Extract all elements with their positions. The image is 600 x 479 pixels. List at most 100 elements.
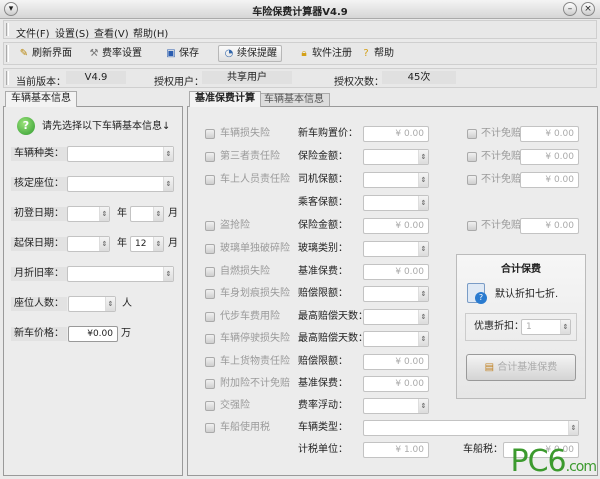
amount-select[interactable]: ⇕ [363, 398, 429, 414]
tools-icon: ⚒ [89, 47, 99, 59]
deductible-waiver-checkbox[interactable] [467, 129, 477, 139]
hint-text: 请先选择以下车辆基本信息↓ [42, 121, 171, 132]
amount-select[interactable]: ⇕ [363, 172, 429, 188]
insurance-checkbox[interactable] [205, 267, 215, 277]
menu-settings[interactable]: 设置(S) [55, 25, 89, 40]
insurance-name: 车辆停驶损失险 [220, 333, 290, 344]
amount-select[interactable]: ⇕ [363, 309, 429, 325]
insurance-checkbox[interactable] [205, 357, 215, 367]
calculate-total-button[interactable]: ▤ 合计基准保费 [466, 354, 576, 381]
deductible-waiver-input[interactable]: ¥ 0.00 [520, 218, 579, 234]
user-label: 授权用户： [154, 77, 204, 88]
lock-icon: 🔒︎ [301, 47, 307, 59]
amount-input[interactable]: ¥ 0.00 [363, 218, 429, 234]
amount-input[interactable]: ¥ 0.00 [363, 264, 429, 280]
vehicle-category-select[interactable]: ⇕ [363, 420, 579, 436]
discount-stepper[interactable]: 1 ⇕ [521, 319, 571, 335]
insurance-checkbox[interactable] [205, 129, 215, 139]
amount-input[interactable]: ¥ 0.00 [363, 376, 429, 392]
field-label: 最高赔偿天数： [298, 333, 368, 344]
amount-input[interactable]: ¥ 0.00 [363, 126, 429, 142]
insurance-name: 车船使用税 [220, 422, 270, 433]
insurance-checkbox[interactable] [205, 289, 215, 299]
seats-select[interactable]: ⇕ [67, 176, 174, 192]
amount-select[interactable]: ⇕ [363, 331, 429, 347]
deductible-waiver-checkbox[interactable] [467, 152, 477, 162]
depreciation-label: 月折旧率： [11, 267, 67, 281]
insurance-checkbox[interactable] [205, 152, 215, 162]
title-bar: ▾ 车险保费计算器V4.9 – × [0, 0, 600, 19]
count-value: 45次 [382, 71, 456, 84]
menu-file[interactable]: 文件(F) [16, 25, 50, 40]
field-label: 新车购置价： [298, 128, 358, 139]
help-button[interactable]: ? 帮助 [356, 45, 398, 62]
deductible-waiver-input[interactable]: ¥ 0.00 [520, 172, 579, 188]
field-label: 保险金额： [298, 151, 348, 162]
vehicle-type-select[interactable]: ⇕ [67, 146, 174, 162]
insurance-checkbox[interactable] [205, 334, 215, 344]
insurance-name: 车上货物责任险 [220, 356, 290, 367]
renewal-reminder-button[interactable]: ◔ 续保提醒 [218, 45, 282, 62]
tab-vehicle-info-left[interactable]: 车辆基本信息 [5, 91, 77, 107]
broom-icon: ✎ [19, 47, 29, 59]
insurance-checkbox[interactable] [205, 244, 215, 254]
vehicle-info-panel: ? 请先选择以下车辆基本信息↓ 车辆种类： ⇕ 核定座位： ⇕ 初登日期： ⇕ … [3, 106, 183, 476]
reg-year-select[interactable]: ⇕ [67, 206, 110, 222]
seats-label: 核定座位： [11, 177, 67, 191]
deductible-waiver-checkbox[interactable] [467, 175, 477, 185]
field-label: 基准保费： [298, 378, 348, 389]
new-car-price-input[interactable]: ¥0.00 [68, 326, 118, 342]
field-label: 计税单位： [298, 444, 348, 455]
tab-vehicle-info[interactable]: 车辆基本信息 [258, 93, 330, 106]
user-value: 共享用户 [202, 71, 292, 84]
insurance-name: 附加险不计免赔 [220, 378, 290, 389]
register-button[interactable]: 🔒︎ 软件注册 [294, 45, 356, 62]
calculator-icon: ▤ [484, 362, 495, 373]
count-label: 授权次数： [334, 77, 384, 88]
amount-select[interactable]: ⇕ [363, 149, 429, 165]
passengers-stepper[interactable]: ⇕ [68, 296, 116, 312]
menu-bar: 文件(F) 设置(S) 查看(V) 帮助(H) [3, 20, 597, 40]
deductible-waiver-checkbox[interactable] [467, 221, 477, 231]
year-unit: 年 [117, 238, 127, 249]
deductible-waiver-input[interactable]: ¥ 0.00 [520, 149, 579, 165]
amount-input[interactable]: ¥ 1.00 [363, 442, 429, 458]
total-title: 合计保费 [501, 264, 541, 275]
tab-base-premium[interactable]: 基准保费计算 [189, 91, 261, 107]
deductible-waiver-input[interactable]: ¥ 0.00 [520, 126, 579, 142]
menu-help[interactable]: 帮助(H) [133, 25, 168, 40]
minimize-button[interactable]: – [563, 2, 577, 16]
insurance-checkbox[interactable] [205, 175, 215, 185]
field-label: 最高赔偿天数： [298, 311, 368, 322]
field-label: 基准保费： [298, 266, 348, 277]
menu-view[interactable]: 查看(V) [94, 25, 129, 40]
passengers-label: 座位人数： [11, 297, 67, 311]
insurance-name: 自燃损失险 [220, 266, 270, 277]
close-button[interactable]: × [581, 2, 595, 16]
insurance-checkbox[interactable] [205, 423, 215, 433]
deductible-waiver-label: 不计免赔 [481, 151, 521, 162]
amount-select[interactable]: ⇕ [363, 195, 429, 211]
insurance-checkbox[interactable] [205, 379, 215, 389]
rate-settings-button[interactable]: ⚒ 费率设置 [84, 45, 146, 62]
insurance-name: 车身划痕损失险 [220, 288, 290, 299]
reg-month-select[interactable]: ⇕ [130, 206, 164, 222]
deductible-waiver-label: 不计免赔 [481, 174, 521, 185]
refresh-button[interactable]: ✎ 刷新界面 [14, 45, 76, 62]
start-date-label: 起保日期： [11, 237, 67, 251]
insurance-checkbox[interactable] [205, 312, 215, 322]
insurance-checkbox[interactable] [205, 401, 215, 411]
start-month-select[interactable]: 12 ⇕ [130, 236, 164, 252]
toolbar: ✎ 刷新界面 ⚒ 费率设置 ▣ 保存 ◔ 续保提醒 🔒︎ 软件注册 ? 帮助 [3, 42, 597, 65]
amount-select[interactable]: ⇕ [363, 241, 429, 257]
insurance-name: 第三者责任险 [220, 151, 280, 162]
insurance-name: 车上人员责任险 [220, 174, 290, 185]
save-button[interactable]: ▣ 保存 [161, 45, 203, 62]
clock-icon: ◔ [224, 47, 234, 59]
depreciation-select[interactable]: ⇕ [67, 266, 174, 282]
start-year-select[interactable]: ⇕ [67, 236, 110, 252]
insurance-checkbox[interactable] [205, 221, 215, 231]
window-title: 车险保费计算器V4.9 [252, 7, 348, 18]
amount-input[interactable]: ¥ 0.00 [363, 354, 429, 370]
amount-select[interactable]: ⇕ [363, 286, 429, 302]
